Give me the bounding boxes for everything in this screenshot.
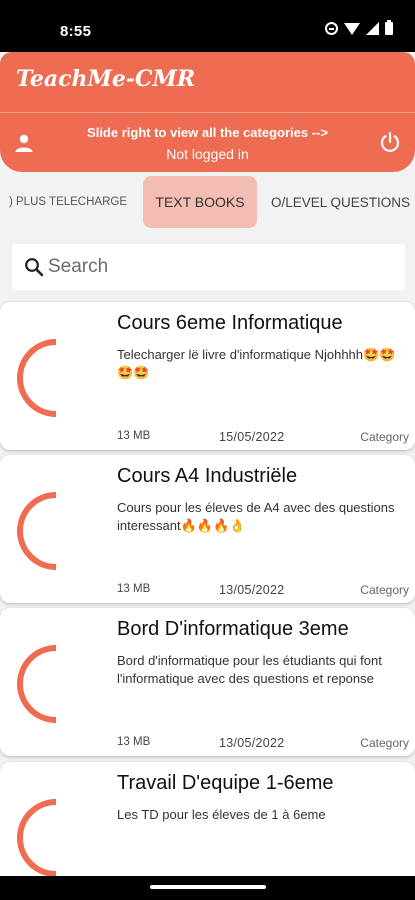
status-icons — [325, 20, 393, 35]
login-status: Not logged in — [166, 146, 249, 162]
home-gesture-handle[interactable] — [150, 885, 266, 889]
search-icon — [25, 258, 44, 277]
item-title: Cours A4 Industriële — [117, 465, 298, 487]
category-tabs: ) PLUS TELECHARGE TEXT BOOKS O/LEVEL QUE… — [0, 176, 415, 228]
item-description: Bord d'informatique pour les étudiants q… — [117, 653, 382, 686]
item-category: Category — [360, 430, 409, 444]
do-not-disturb-icon — [325, 22, 338, 35]
list-item[interactable]: Cours 6eme Informatique Telecharger lë l… — [0, 302, 415, 450]
power-icon[interactable] — [379, 131, 401, 153]
item-description: Les TD pour les éleves de 1 à 6eme — [117, 807, 326, 822]
system-nav-bar — [0, 876, 415, 900]
item-title: Cours 6eme Informatique — [117, 312, 343, 334]
search-input[interactable] — [48, 256, 378, 278]
loading-spinner-icon — [17, 799, 57, 876]
item-category: Category — [360, 583, 409, 597]
item-size: 13 MB — [117, 583, 151, 595]
app-title: TeachMe-CMR — [16, 66, 196, 92]
tab-plus-telecharge[interactable]: ) PLUS TELECHARGE — [0, 176, 136, 228]
item-title: Travail D'equipe 1-6eme — [117, 772, 334, 794]
loading-spinner-icon — [17, 492, 57, 570]
item-description: Telecharger lë livre d'informatique Njoh… — [117, 347, 396, 380]
item-size: 13 MB — [117, 736, 151, 748]
item-date: 15/05/2022 — [219, 430, 285, 444]
list-item[interactable]: Cours A4 Industriële Cours pour les élev… — [0, 455, 415, 603]
search-bar — [12, 244, 405, 290]
battery-icon — [385, 20, 393, 35]
item-date: 13/05/2022 — [219, 583, 285, 597]
tab-text-books[interactable]: TEXT BOOKS — [143, 176, 257, 228]
item-date: 13/05/2022 — [219, 736, 285, 750]
app-screen: TeachMe-CMR Slide right to view all the … — [0, 52, 415, 876]
login-banner: Slide right to view all the categories -… — [0, 112, 415, 172]
status-bar: 8:55 — [0, 0, 415, 52]
list-item[interactable]: Travail D'equipe 1-6eme Les TD pour les … — [0, 762, 415, 876]
status-time: 8:55 — [60, 23, 92, 40]
list-item[interactable]: Bord D'informatique 3eme Bord d'informat… — [0, 608, 415, 756]
banner-hint: Slide right to view all the categories -… — [87, 125, 328, 140]
tab-olevel-questions[interactable]: O/LEVEL QUESTIONS — [266, 176, 415, 228]
cell-signal-icon — [366, 22, 379, 35]
loading-spinner-icon — [17, 645, 57, 723]
loading-spinner-icon — [17, 339, 57, 417]
item-size: 13 MB — [117, 430, 151, 442]
item-description: Cours pour les éleves de A4 avec des que… — [117, 500, 395, 533]
wifi-icon — [344, 22, 360, 35]
item-category: Category — [360, 736, 409, 750]
item-title: Bord D'informatique 3eme — [117, 618, 349, 640]
app-bar: TeachMe-CMR — [0, 52, 415, 112]
